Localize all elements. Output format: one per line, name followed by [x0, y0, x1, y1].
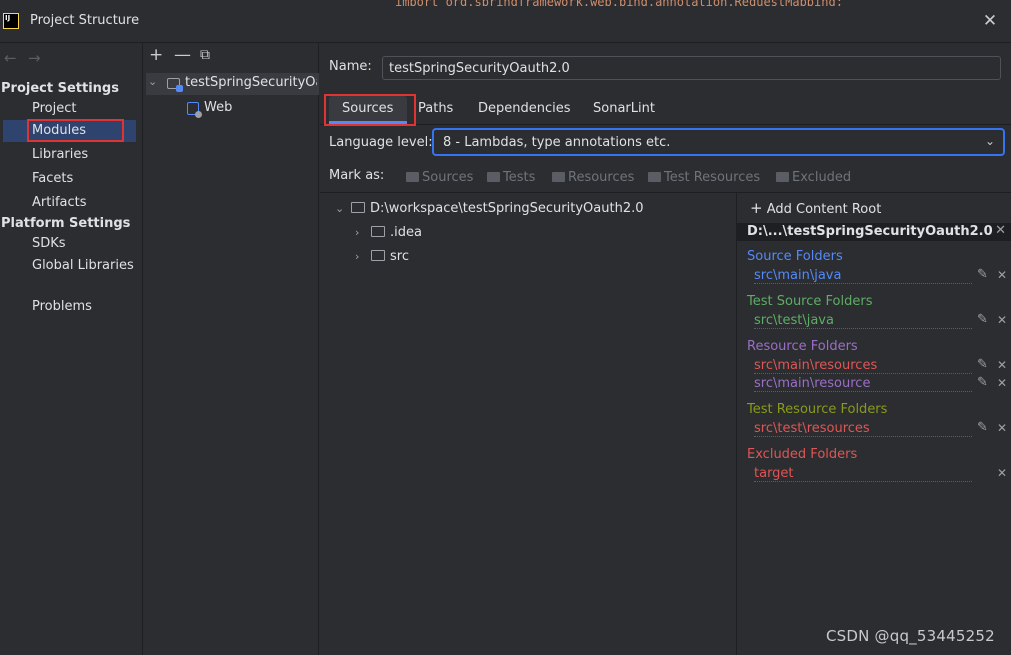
test-source-folders-title: Test Source Folders — [747, 294, 873, 309]
language-level-select[interactable]: 8 - Lambdas, type annotations etc. ⌄ — [432, 128, 1005, 156]
forward-arrow-icon[interactable]: → — [28, 49, 41, 67]
remove-icon[interactable]: ✕ — [997, 376, 1007, 390]
resource-folder-entry[interactable]: src\main\resources — [754, 358, 972, 374]
remove-icon[interactable]: ✕ — [997, 358, 1007, 372]
remove-icon[interactable]: — — [174, 45, 191, 65]
folder-label: .idea — [390, 225, 422, 240]
test-source-folder-entry[interactable]: src\test\java — [754, 313, 972, 329]
annotation-highlight-box — [324, 94, 416, 126]
chevron-down-icon[interactable]: ⌄ — [335, 202, 351, 215]
folder-icon — [648, 172, 661, 182]
remove-root-icon[interactable]: ✕ — [995, 223, 1006, 238]
project-settings-heading: Project Settings — [1, 81, 119, 96]
intellij-logo-icon: IJ — [3, 13, 19, 29]
mark-resources-label: Resources — [568, 170, 635, 185]
nav-item-facets[interactable]: Facets — [32, 171, 73, 186]
language-level-value: 8 - Lambdas, type annotations etc. — [443, 135, 671, 150]
chevron-down-icon: ⌄ — [984, 134, 995, 148]
editor-bleed-text: import org.springframework.web.bind.anno… — [395, 0, 955, 6]
edit-icon[interactable]: ✎ — [977, 267, 988, 282]
nav-item-project[interactable]: Project — [32, 101, 76, 116]
excluded-folder-entry[interactable]: target — [754, 466, 972, 482]
nav-item-artifacts[interactable]: Artifacts — [32, 195, 87, 210]
mark-test-resources-label: Test Resources — [664, 170, 761, 185]
tree-item-idea[interactable]: › .idea — [355, 225, 422, 240]
name-field[interactable] — [382, 56, 1001, 80]
source-folders-title: Source Folders — [747, 249, 843, 264]
mark-sources-button[interactable]: Sources — [406, 170, 473, 185]
copy-icon[interactable]: ⧉ — [200, 47, 210, 63]
resource-folder-entry[interactable]: src\main\resource — [754, 376, 972, 392]
tab-bar: Sources Paths Dependencies SonarLint — [320, 94, 1011, 126]
tab-paths[interactable]: Paths — [418, 101, 453, 116]
mark-sources-label: Sources — [422, 170, 474, 185]
tree-item-content-root[interactable]: ⌄ D:\workspace\testSpringSecurityOauth2.0 — [335, 201, 644, 216]
chevron-right-icon[interactable]: › — [355, 226, 371, 239]
content-root-path: D:\...\testSpringSecurityOauth2.0 — [747, 224, 993, 239]
mark-as-label: Mark as: — [329, 168, 385, 183]
tree-item-web-facet[interactable]: Web — [204, 100, 232, 115]
content-root-tree: ⌄ D:\workspace\testSpringSecurityOauth2.0… — [320, 193, 735, 655]
mark-excluded-label: Excluded — [792, 170, 852, 185]
web-facet-icon — [187, 102, 202, 118]
folder-label: src — [390, 249, 409, 264]
tab-dependencies[interactable]: Dependencies — [478, 101, 571, 116]
test-resource-folders-title: Test Resource Folders — [747, 402, 888, 417]
content-root-path: D:\workspace\testSpringSecurityOauth2.0 — [370, 201, 644, 216]
back-arrow-icon[interactable]: ← — [4, 49, 17, 67]
edit-icon[interactable]: ✎ — [977, 312, 988, 327]
add-content-root-label: Add Content Root — [766, 202, 882, 217]
add-icon: + — [750, 199, 763, 217]
close-icon[interactable]: ✕ — [979, 10, 1001, 32]
mark-tests-label: Tests — [503, 170, 536, 185]
add-icon[interactable]: + — [149, 45, 163, 65]
nav-item-sdks[interactable]: SDKs — [32, 236, 66, 251]
mark-excluded-button[interactable]: Excluded — [776, 170, 851, 185]
settings-nav: ← → Project Settings Project Modules Lib… — [0, 43, 143, 655]
folder-icon — [371, 250, 385, 261]
chevron-right-icon[interactable]: › — [355, 250, 371, 263]
mark-resources-button[interactable]: Resources — [552, 170, 634, 185]
edit-icon[interactable]: ✎ — [977, 357, 988, 372]
module-icon — [167, 78, 183, 92]
source-folder-entry[interactable]: src\main\java — [754, 268, 972, 284]
edit-icon[interactable]: ✎ — [977, 375, 988, 390]
remove-icon[interactable]: ✕ — [997, 421, 1007, 435]
watermark: CSDN @qq_53445252 — [826, 627, 995, 645]
mark-tests-button[interactable]: Tests — [487, 170, 535, 185]
window-title: Project Structure — [30, 13, 140, 28]
platform-settings-heading: Platform Settings — [1, 216, 131, 231]
resource-folders-title: Resource Folders — [747, 339, 858, 354]
content-root-header: D:\...\testSpringSecurityOauth2.0 ✕ — [737, 223, 1011, 241]
language-level-label: Language level: — [329, 135, 433, 150]
content-roots-pane: + Add Content Root D:\...\testSpringSecu… — [736, 193, 1011, 655]
mark-test-resources-button[interactable]: Test Resources — [648, 170, 760, 185]
nav-item-libraries[interactable]: Libraries — [32, 147, 88, 162]
nav-item-problems[interactable]: Problems — [32, 299, 92, 314]
remove-icon[interactable]: ✕ — [997, 466, 1007, 480]
add-content-root-button[interactable]: + Add Content Root — [750, 199, 881, 217]
folder-icon — [406, 172, 419, 182]
folder-icon — [776, 172, 789, 182]
title-bar: import org.springframework.web.bind.anno… — [0, 0, 1011, 43]
folder-icon — [351, 202, 365, 213]
tree-item-root-module[interactable]: testSpringSecurityOauth2.0 — [185, 75, 317, 90]
module-settings-panel: Name: Sources Paths Dependencies SonarLi… — [320, 43, 1011, 655]
chevron-down-icon[interactable]: ⌄ — [148, 75, 157, 88]
test-resource-folder-entry[interactable]: src\test\resources — [754, 421, 972, 437]
name-label: Name: — [329, 59, 372, 74]
remove-icon[interactable]: ✕ — [997, 313, 1007, 327]
edit-icon[interactable]: ✎ — [977, 420, 988, 435]
folder-icon — [371, 226, 385, 237]
folder-icon — [552, 172, 565, 182]
tree-item-src[interactable]: › src — [355, 249, 409, 264]
nav-item-global-libraries[interactable]: Global Libraries — [32, 258, 134, 273]
remove-icon[interactable]: ✕ — [997, 268, 1007, 282]
tab-sonarlint[interactable]: SonarLint — [593, 101, 655, 116]
module-tree-panel: + — ⧉ ⌄ testSpringSecurityOauth2.0 Web — [144, 43, 319, 655]
excluded-folders-title: Excluded Folders — [747, 447, 858, 462]
annotation-highlight-box — [27, 119, 124, 142]
folder-icon — [487, 172, 500, 182]
